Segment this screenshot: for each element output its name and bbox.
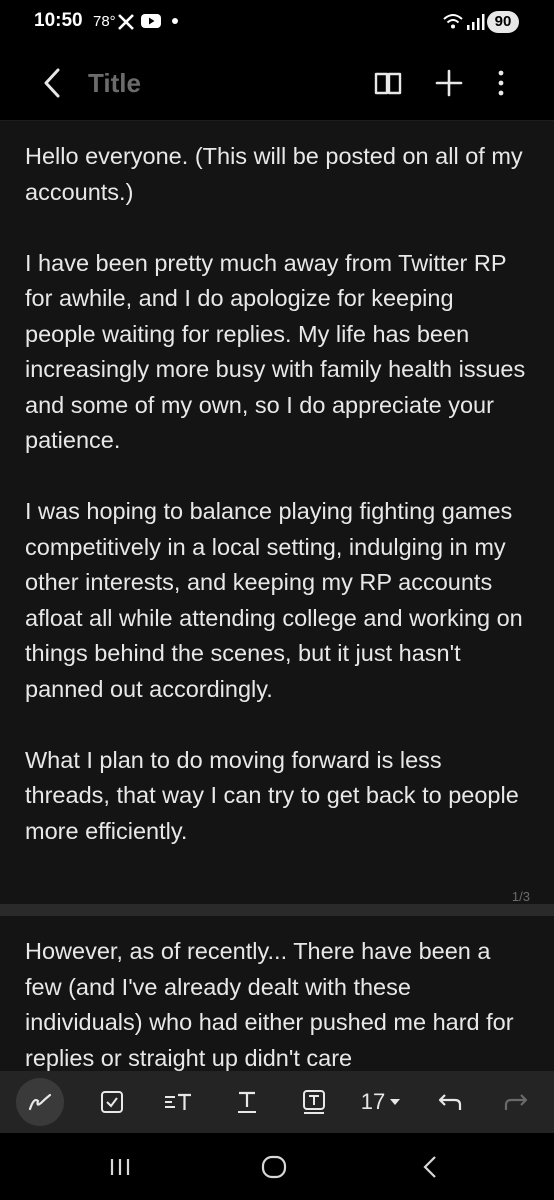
- app-toolbar: Title: [0, 46, 554, 120]
- back-icon: [423, 1156, 436, 1178]
- checkbox-button[interactable]: [94, 1071, 130, 1133]
- undo-icon: [438, 1094, 462, 1110]
- paragraph: What I plan to do moving forward is less…: [25, 746, 519, 844]
- paragraph: Hello everyone. (This will be posted on …: [25, 143, 523, 205]
- status-temperature: 78°: [93, 13, 116, 30]
- back-chevron-icon[interactable]: [38, 64, 68, 102]
- redo-icon: [504, 1094, 528, 1110]
- text-style-icon: [165, 1093, 191, 1110]
- checkbox-icon: [101, 1091, 123, 1113]
- text-box-button[interactable]: [296, 1071, 332, 1133]
- book-icon[interactable]: [371, 66, 405, 100]
- x-icon: [118, 14, 134, 30]
- note-page-2[interactable]: However, as of recently... There have be…: [0, 916, 554, 1071]
- underline-text-button[interactable]: [229, 1071, 265, 1133]
- text-style-button[interactable]: [160, 1071, 196, 1133]
- plus-icon[interactable]: [432, 66, 466, 100]
- note-title[interactable]: Title: [88, 68, 141, 99]
- youtube-icon: [141, 14, 161, 28]
- pen-icon: [28, 1093, 52, 1111]
- paragraph: I have been pretty much away from Twitte…: [25, 249, 526, 454]
- paragraph: However, as of recently... There have be…: [25, 938, 514, 1071]
- home-button[interactable]: [254, 1151, 294, 1183]
- page-number: 1/3: [511, 889, 530, 904]
- home-icon: [261, 1155, 287, 1179]
- nav-back-button[interactable]: [410, 1151, 450, 1183]
- text-box-icon: [303, 1090, 325, 1114]
- page-separator: [0, 904, 554, 916]
- recent-apps-button[interactable]: [100, 1151, 140, 1183]
- format-toolbar: 17: [0, 1071, 554, 1133]
- paragraph: I was hoping to balance playing fighting…: [25, 498, 523, 702]
- signal-icon: [467, 14, 485, 30]
- wifi-icon: [443, 14, 463, 29]
- font-size-dropdown[interactable]: 17: [356, 1071, 406, 1133]
- undo-button[interactable]: [432, 1071, 468, 1133]
- page-1-text[interactable]: Hello everyone. (This will be posted on …: [25, 139, 530, 885]
- more-vertical-icon[interactable]: [484, 66, 518, 100]
- dot-icon: [172, 18, 178, 24]
- status-time: 10:50: [34, 10, 83, 31]
- redo-button[interactable]: [498, 1071, 534, 1133]
- page-2-text[interactable]: However, as of recently... There have be…: [25, 934, 530, 1071]
- system-nav-bar: [0, 1133, 554, 1200]
- font-size-value: 17: [360, 1089, 386, 1114]
- battery-badge: 90: [487, 11, 519, 33]
- note-page-1[interactable]: Hello everyone. (This will be posted on …: [0, 121, 554, 904]
- recent-apps-icon: [110, 1159, 130, 1175]
- pen-mode-button[interactable]: [12, 1071, 68, 1133]
- underline-text-icon: [238, 1091, 256, 1113]
- status-bar: 10:50 78° 90: [0, 0, 554, 46]
- dropdown-caret-icon: [390, 1099, 401, 1105]
